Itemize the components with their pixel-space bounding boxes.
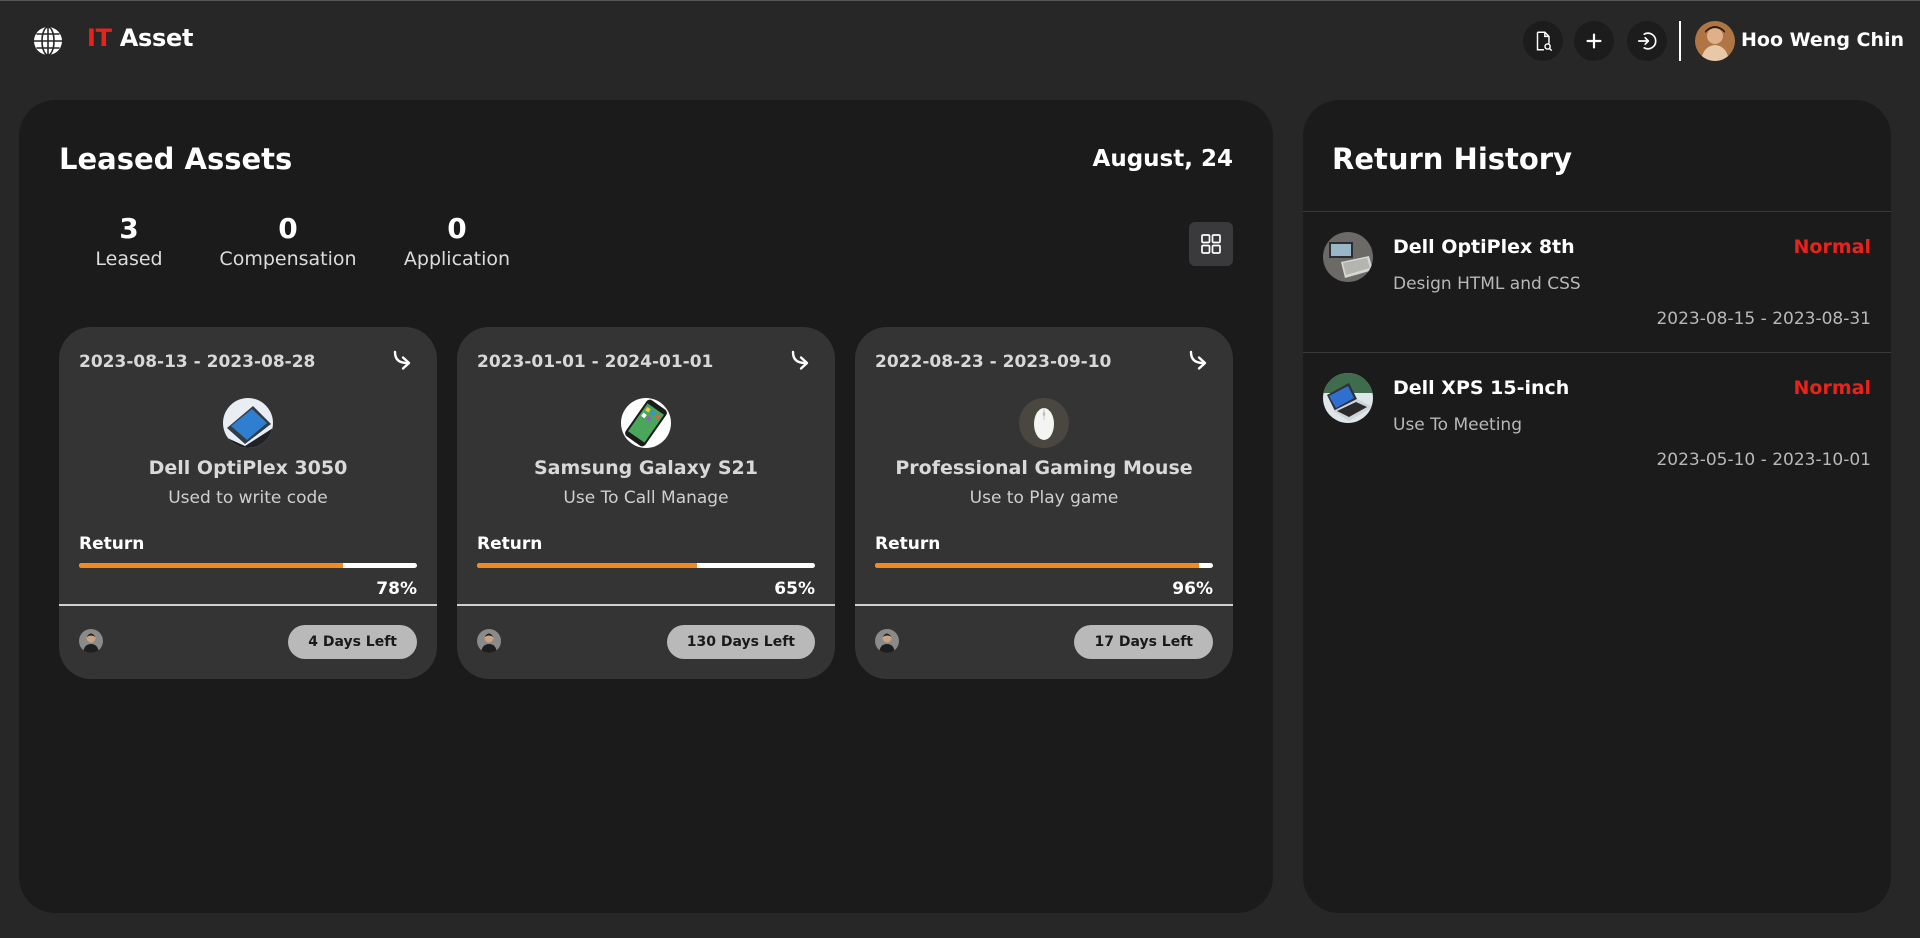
history-item-dates: 2023-08-15 - 2023-08-31 (1656, 309, 1871, 329)
share-arrow-icon[interactable] (789, 347, 815, 373)
progress-fill (79, 563, 343, 568)
card-divider (457, 604, 835, 606)
stat-compensation: 0 Compensation (198, 212, 378, 270)
leased-assets-panel: Leased Assets August, 24 3 Leased 0 Comp… (19, 100, 1273, 913)
assignee-avatar (79, 629, 103, 653)
phone-photo (621, 398, 671, 448)
stat-label: Application (403, 248, 511, 270)
progress-fill (477, 563, 697, 568)
history-item-name: Dell XPS 15-inch (1393, 377, 1570, 399)
asset-card[interactable]: 2022-08-23 - 2023-09-10 Professional Gam… (855, 327, 1233, 679)
asset-name: Professional Gaming Mouse (895, 457, 1193, 479)
logo-prefix: IT (87, 24, 112, 52)
lease-dates: 2022-08-23 - 2023-09-10 (875, 352, 1112, 372)
history-divider (1303, 211, 1891, 212)
history-item-name: Dell OptiPlex 8th (1393, 236, 1575, 258)
document-search-button[interactable] (1523, 21, 1563, 61)
lease-dates: 2023-01-01 - 2024-01-01 (477, 352, 714, 372)
status-badge: Normal (1793, 236, 1871, 258)
app-header: IT Asset Hoo Weng Chin (0, 0, 1920, 80)
asset-card[interactable]: 2023-01-01 - 2024-01-01 Samsung Galaxy S… (457, 327, 835, 679)
progress-percent: 65% (774, 579, 815, 599)
lease-dates: 2023-08-13 - 2023-08-28 (79, 352, 316, 372)
app-logo[interactable]: IT Asset (87, 24, 193, 52)
return-history-panel: Return History Dell OptiPlex 8th Normal … (1303, 100, 1891, 913)
return-progress-bar (477, 563, 815, 568)
status-badge: Normal (1793, 377, 1871, 399)
user-avatar[interactable] (1695, 21, 1735, 61)
stat-value: 0 (447, 212, 467, 245)
return-label: Return (477, 534, 543, 554)
share-arrow-icon[interactable] (1187, 347, 1213, 373)
logo-suffix: Asset (111, 24, 194, 52)
return-progress-bar (875, 563, 1213, 568)
days-left-badge: 4 Days Left (288, 625, 417, 659)
return-progress-bar (79, 563, 417, 568)
laptop-photo (223, 398, 273, 448)
grid-view-button[interactable] (1189, 222, 1233, 266)
assignee-avatar (477, 629, 501, 653)
progress-percent: 96% (1172, 579, 1213, 599)
document-search-icon (1536, 31, 1553, 52)
card-divider (59, 604, 437, 606)
plus-icon (1586, 33, 1602, 49)
history-item-photo (1323, 232, 1373, 282)
days-left-badge: 17 Days Left (1074, 625, 1213, 659)
history-item-photo (1323, 373, 1373, 423)
panel-title: Leased Assets (59, 142, 293, 176)
grid-icon (1201, 234, 1221, 254)
history-item-description: Design HTML and CSS (1393, 274, 1581, 294)
current-date: August, 24 (1092, 146, 1233, 172)
card-divider (855, 604, 1233, 606)
assignee-avatar (875, 629, 899, 653)
globe-icon[interactable] (32, 25, 64, 57)
progress-percent: 78% (376, 579, 417, 599)
history-item-description: Use To Meeting (1393, 415, 1523, 435)
days-left-badge: 130 Days Left (666, 625, 815, 659)
stat-value: 3 (119, 212, 139, 245)
add-button[interactable] (1574, 21, 1614, 61)
stat-value: 0 (278, 212, 298, 245)
panel-title: Return History (1332, 142, 1573, 176)
asset-description: Used to write code (168, 488, 328, 508)
asset-description: Use To Call Manage (563, 488, 729, 508)
stat-application: 0 Application (390, 212, 524, 270)
asset-name: Samsung Galaxy S21 (533, 457, 758, 479)
return-label: Return (875, 534, 941, 554)
history-divider (1303, 352, 1891, 353)
history-item-dates: 2023-05-10 - 2023-10-01 (1656, 450, 1871, 470)
logout-button[interactable] (1627, 21, 1667, 61)
asset-card[interactable]: 2023-08-13 - 2023-08-28 Dell OptiPlex 30… (59, 327, 437, 679)
mouse-photo (1019, 398, 1069, 448)
logout-icon (1637, 32, 1657, 50)
asset-name: Dell OptiPlex 3050 (148, 457, 348, 479)
progress-fill (875, 563, 1200, 568)
return-label: Return (79, 534, 145, 554)
stat-label: Leased (95, 248, 163, 270)
share-arrow-icon[interactable] (391, 347, 417, 373)
asset-description: Use to Play game (969, 488, 1119, 508)
stat-label: Compensation (219, 248, 357, 270)
user-name[interactable]: Hoo Weng Chin (1741, 29, 1904, 51)
stat-leased: 3 Leased (77, 212, 181, 270)
header-divider (1679, 21, 1681, 61)
